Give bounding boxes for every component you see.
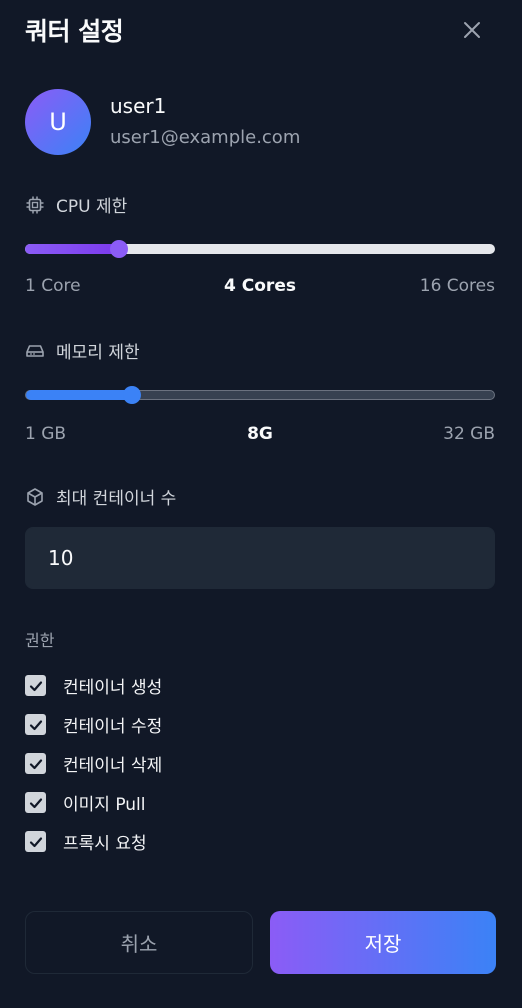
- permission-label: 컨테이너 삭제: [63, 756, 163, 776]
- cancel-button[interactable]: 취소: [25, 911, 253, 974]
- memory-slider[interactable]: [25, 386, 495, 404]
- checkmark-icon: [29, 680, 42, 691]
- user-name: user1: [110, 94, 167, 118]
- max-containers-value: 10: [48, 546, 74, 570]
- cpu-limit-text: CPU 제한: [56, 197, 128, 217]
- avatar: U: [25, 89, 91, 155]
- cpu-slider-thumb[interactable]: [110, 240, 128, 258]
- cpu-max-label: 16 Cores: [419, 276, 495, 296]
- save-button[interactable]: 저장: [270, 911, 496, 974]
- permission-item[interactable]: 컨테이너 생성: [25, 673, 162, 698]
- max-containers-text: 최대 컨테이너 수: [56, 489, 177, 509]
- checkbox[interactable]: [25, 675, 46, 696]
- memory-limit-label: 메모리 제한: [25, 338, 140, 363]
- checkbox[interactable]: [25, 753, 46, 774]
- avatar-initial: U: [49, 108, 67, 136]
- close-icon[interactable]: [460, 18, 484, 42]
- permission-label: 이미지 Pull: [63, 795, 146, 815]
- cpu-slider-fill: [25, 244, 119, 254]
- permissions-heading: 권한: [25, 631, 55, 650]
- checkmark-icon: [29, 719, 42, 730]
- permission-item[interactable]: 컨테이너 수정: [25, 712, 162, 737]
- cpu-slider[interactable]: [25, 240, 495, 258]
- permission-item[interactable]: 이미지 Pull: [25, 790, 146, 815]
- permission-item[interactable]: 프록시 요청: [25, 829, 147, 854]
- page-title: 쿼터 설정: [25, 17, 124, 46]
- checkbox[interactable]: [25, 714, 46, 735]
- cube-icon: [27, 487, 43, 506]
- hard-drive-icon: [26, 344, 44, 357]
- checkbox[interactable]: [25, 831, 46, 852]
- permission-label: 프록시 요청: [63, 834, 147, 854]
- cpu-limit-label: CPU 제한: [25, 192, 127, 217]
- cpu-chip-icon: [26, 196, 44, 213]
- checkmark-icon: [29, 797, 42, 808]
- memory-slider-thumb[interactable]: [122, 386, 141, 404]
- checkbox[interactable]: [25, 792, 46, 813]
- permission-label: 컨테이너 생성: [63, 678, 163, 698]
- memory-max-label: 32 GB: [443, 424, 495, 444]
- user-email: user1@example.com: [110, 127, 301, 148]
- memory-limit-text: 메모리 제한: [56, 343, 140, 363]
- max-containers-label: 최대 컨테이너 수: [25, 484, 176, 509]
- permission-item[interactable]: 컨테이너 삭제: [25, 751, 162, 776]
- permission-label: 컨테이너 수정: [63, 717, 163, 737]
- memory-current-value: 8G: [247, 424, 273, 444]
- checkmark-icon: [29, 758, 42, 769]
- checkmark-icon: [29, 836, 42, 847]
- max-containers-input[interactable]: 10: [25, 527, 495, 589]
- memory-slider-fill: [26, 390, 132, 400]
